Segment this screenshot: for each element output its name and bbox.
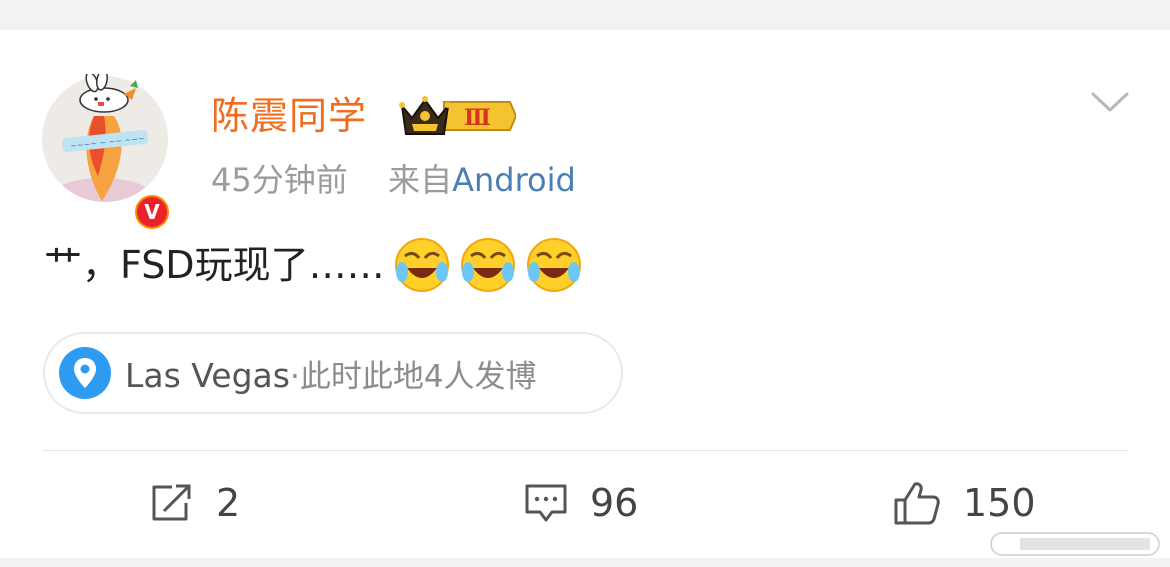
laugh-cry-emoji-icon bbox=[526, 238, 581, 292]
comment-button[interactable]: 96 bbox=[524, 478, 638, 528]
post-source-link[interactable]: Android bbox=[452, 161, 576, 199]
chevron-down-icon[interactable] bbox=[1090, 90, 1130, 114]
watermark-icon bbox=[990, 532, 1160, 556]
location-place: Las Vegas bbox=[125, 355, 290, 395]
location-tag[interactable]: Las Vegas·此时此地4人发博 bbox=[43, 332, 623, 414]
post-content: 艹，FSD玩现了…… bbox=[44, 236, 583, 294]
bunny-decoration-icon bbox=[79, 74, 138, 113]
location-detail: ·此时此地4人发博 bbox=[289, 358, 537, 395]
user-avatar[interactable]: ~~~~ ~ ~~ ~~~ V bbox=[42, 74, 172, 232]
repost-button[interactable]: 2 bbox=[150, 478, 240, 528]
post-time: 45分钟前 bbox=[211, 161, 348, 199]
username[interactable]: 陈震同学 bbox=[211, 92, 367, 140]
verified-badge-icon: V bbox=[132, 192, 172, 232]
divider bbox=[42, 450, 1128, 451]
repost-icon bbox=[152, 484, 191, 521]
weibo-post-card: ~~~~ ~ ~~ ~~~ V 陈震同学 Ⅲ 45分钟前 来自Android 艹… bbox=[0, 30, 1170, 558]
post-meta: 45分钟前 来自Android bbox=[211, 160, 576, 200]
repost-count: 2 bbox=[216, 481, 241, 525]
thumbs-up-icon bbox=[894, 482, 940, 525]
post-text: 艹，FSD玩现了…… bbox=[44, 243, 385, 287]
location-pin-icon bbox=[59, 347, 111, 399]
laugh-cry-emoji-icon bbox=[394, 238, 449, 292]
laugh-cry-emoji-icon bbox=[460, 238, 515, 292]
like-button[interactable]: 150 bbox=[893, 478, 1036, 528]
comment-count: 96 bbox=[590, 481, 639, 525]
like-count: 150 bbox=[963, 481, 1036, 525]
comment-icon bbox=[525, 484, 567, 522]
location-text: Las Vegas·此时此地4人发博 bbox=[125, 351, 537, 396]
vip-level-text: Ⅲ bbox=[464, 105, 491, 131]
source-prefix: 来自 bbox=[388, 161, 453, 199]
vip-crown-badge-icon: Ⅲ bbox=[399, 96, 516, 135]
